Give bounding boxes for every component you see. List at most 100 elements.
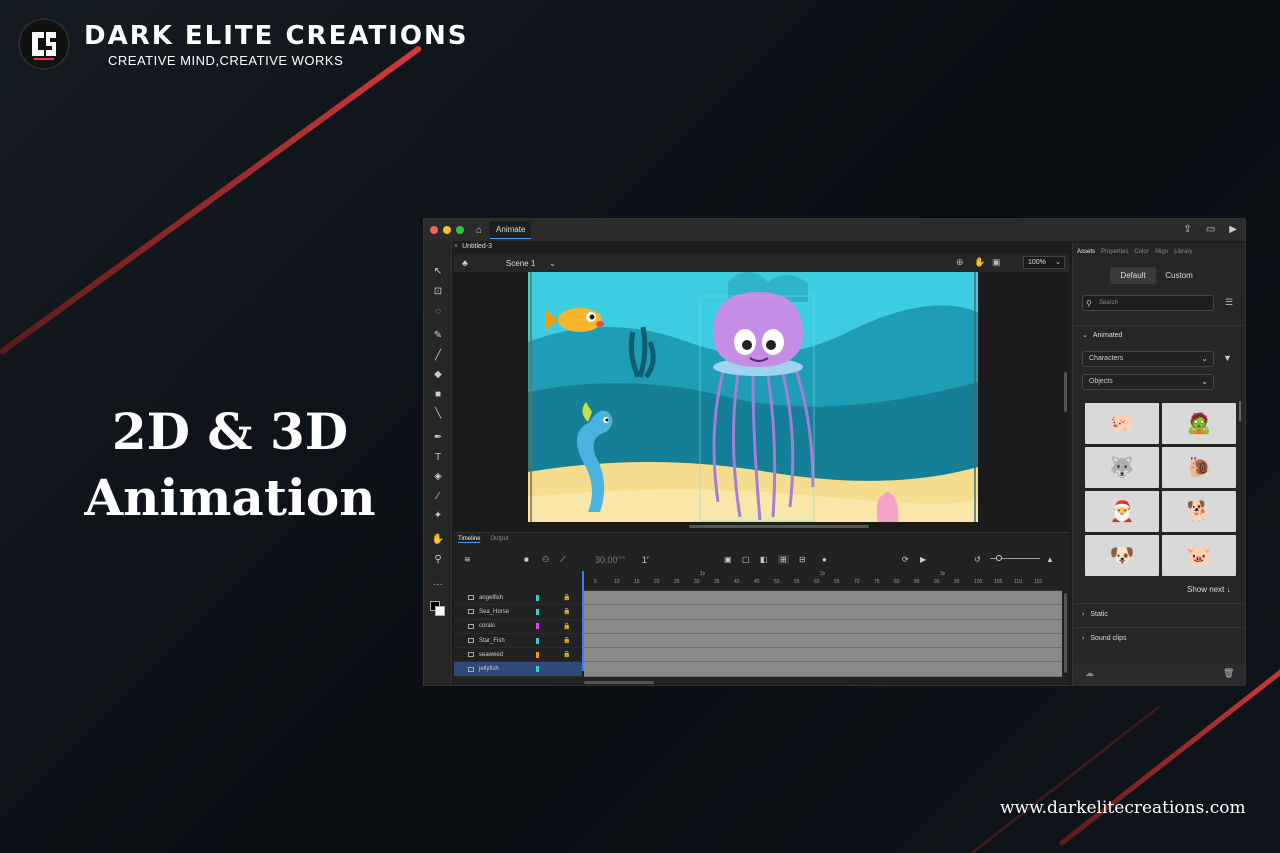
characters-dropdown[interactable]: Characters ⌄: [1082, 351, 1214, 367]
tab-output[interactable]: Output: [490, 536, 508, 543]
frame-row[interactable]: [584, 605, 1062, 620]
mountain-icon[interactable]: ▲: [1046, 555, 1054, 564]
test-movie-icon[interactable]: ▶: [1229, 224, 1237, 235]
section-static[interactable]: › Static: [1082, 611, 1108, 618]
lock-icon[interactable]: 🔒: [563, 623, 570, 630]
layer-row[interactable]: corals 🔒: [454, 620, 582, 634]
paint-bucket-tool-icon[interactable]: ◈: [431, 470, 445, 484]
tab-animate[interactable]: Animate: [490, 221, 532, 239]
asset-thumb-zombie[interactable]: 🧟: [1162, 403, 1236, 444]
asset-thumb-dog-sitting[interactable]: 🐶: [1085, 535, 1159, 576]
insert-frame-icon[interactable]: ◧: [760, 555, 768, 564]
eraser-tool-icon[interactable]: ◆: [431, 368, 445, 382]
frame-row[interactable]: [584, 648, 1062, 663]
layer-color-swatch[interactable]: [536, 608, 539, 615]
frame-row[interactable]: [584, 591, 1062, 606]
maximize-window-button[interactable]: [456, 226, 464, 234]
clip-stage-icon[interactable]: ▣: [992, 257, 1001, 268]
more-tools-icon[interactable]: …: [431, 576, 445, 590]
layer-row[interactable]: seaweed 🔒: [454, 648, 582, 663]
home-icon[interactable]: ⌂: [476, 225, 482, 236]
layer-color-swatch[interactable]: [536, 623, 539, 630]
document-tab[interactable]: × Untitled-3: [454, 243, 492, 253]
stage-canvas[interactable]: [528, 272, 978, 522]
layer-row[interactable]: jellyfish: [454, 662, 582, 677]
timeline-zoom-handle[interactable]: [996, 555, 1002, 561]
show-next-link[interactable]: Show next ↓: [1187, 585, 1231, 594]
layers-icon[interactable]: ≋: [464, 555, 471, 564]
asset-thumb-snail[interactable]: 🐌: [1162, 447, 1236, 488]
lock-icon[interactable]: 🔒: [563, 594, 570, 601]
lock-icon[interactable]: 🔒: [563, 608, 570, 615]
play-button-icon[interactable]: ▶: [920, 555, 926, 564]
scene-selector[interactable]: Scene 1: [506, 259, 535, 268]
pen-tool-icon[interactable]: ✒: [431, 431, 445, 445]
onion-skin-icon[interactable]: ●: [822, 555, 827, 564]
timeline-horizontal-scrollbar[interactable]: [584, 681, 654, 684]
zoom-tool-icon[interactable]: ⚲: [431, 553, 445, 567]
playhead[interactable]: [582, 571, 584, 671]
close-doc-icon[interactable]: ×: [454, 243, 458, 250]
lock-icon[interactable]: 🔒: [563, 651, 570, 658]
delete-icon[interactable]: 🗑: [1223, 668, 1234, 679]
close-window-button[interactable]: [430, 226, 438, 234]
motion-tween-icon[interactable]: ⊟: [799, 555, 806, 564]
minimize-window-button[interactable]: [443, 226, 451, 234]
eyedropper-tool-icon[interactable]: ⁄: [431, 490, 445, 504]
layer-row[interactable]: Sea_Horse 🔒: [454, 605, 582, 620]
layer-row[interactable]: angelfish 🔒: [454, 591, 582, 606]
edit-multiple-frames-icon[interactable]: ⊞: [778, 555, 789, 564]
selection-tool-icon[interactable]: ↖: [431, 265, 445, 279]
section-animated[interactable]: ⌄ Animated: [1082, 331, 1122, 339]
asset-thumb-santa[interactable]: 🎅: [1085, 491, 1159, 532]
tab-timeline[interactable]: Timeline: [458, 536, 481, 543]
timeline-ruler[interactable]: 5 10 15 20 25 30 35 40 45 50 55 60 65 70 75 80 85 90 95 100…: [582, 571, 1062, 591]
rectangle-tool-icon[interactable]: ■: [431, 388, 445, 402]
timeline-vertical-scrollbar[interactable]: [1064, 593, 1067, 673]
center-stage-icon[interactable]: ⊕: [956, 257, 964, 268]
frame-row[interactable]: [584, 619, 1062, 634]
frame-grid[interactable]: [584, 591, 1062, 677]
chevron-down-icon[interactable]: ⌄: [549, 259, 556, 268]
tab-align[interactable]: Align: [1155, 249, 1168, 255]
undo-icon[interactable]: ↺: [974, 555, 981, 564]
tab-library[interactable]: Library: [1174, 249, 1192, 255]
layer-color-swatch[interactable]: [536, 666, 539, 673]
asset-thumb-pig[interactable]: 🐷: [1162, 535, 1236, 576]
tab-color[interactable]: Color: [1134, 249, 1148, 255]
tab-properties[interactable]: Properties: [1101, 249, 1128, 255]
fps-readout[interactable]: 30.00FPS: [595, 555, 625, 565]
scene-icon[interactable]: ♣: [462, 258, 468, 268]
frame-row[interactable]: [584, 633, 1062, 649]
frame-readout[interactable]: 1F: [642, 555, 649, 565]
camera-icon[interactable]: ■: [524, 555, 529, 564]
free-transform-tool-icon[interactable]: ⊡: [431, 285, 445, 299]
stage-vertical-scrollbar[interactable]: [1064, 372, 1067, 412]
objects-dropdown[interactable]: Objects ⌄: [1082, 374, 1214, 390]
layer-parenting-icon[interactable]: ⚇: [542, 555, 549, 564]
asset-thumb-pig-rider[interactable]: 🐖: [1085, 403, 1159, 444]
insert-blank-keyframe-icon[interactable]: ▢: [742, 555, 750, 564]
insert-keyframe-icon[interactable]: ▣: [724, 555, 732, 564]
pin-tool-icon[interactable]: ✦: [431, 509, 445, 523]
layer-color-swatch[interactable]: [536, 651, 539, 658]
workspace-icon[interactable]: ▭: [1206, 224, 1215, 235]
layer-row[interactable]: Star_Fish 🔒: [454, 634, 582, 649]
graph-icon[interactable]: ⟋: [560, 555, 566, 565]
thumbs-scrollbar[interactable]: [1239, 401, 1241, 421]
section-sound-clips[interactable]: › Sound clips: [1082, 635, 1127, 642]
rotate-stage-icon[interactable]: ✋: [974, 257, 985, 268]
stage-horizontal-scrollbar[interactable]: [689, 525, 869, 528]
assets-search-input[interactable]: ⚲ Search: [1082, 295, 1214, 311]
segment-custom[interactable]: Custom: [1156, 267, 1202, 284]
layer-color-swatch[interactable]: [536, 594, 539, 601]
loop-icon[interactable]: ⟳: [902, 555, 909, 564]
fill-color-swatch[interactable]: [435, 606, 445, 616]
lock-icon[interactable]: 🔒: [563, 637, 570, 644]
share-icon[interactable]: ⇪: [1183, 224, 1191, 235]
hand-tool-icon[interactable]: ✋: [431, 533, 445, 547]
paint-brush-tool-icon[interactable]: ✎: [431, 329, 445, 343]
tab-assets[interactable]: Assets: [1077, 249, 1095, 255]
text-tool-icon[interactable]: T: [431, 451, 445, 465]
filter-icon[interactable]: ▼: [1223, 353, 1232, 363]
